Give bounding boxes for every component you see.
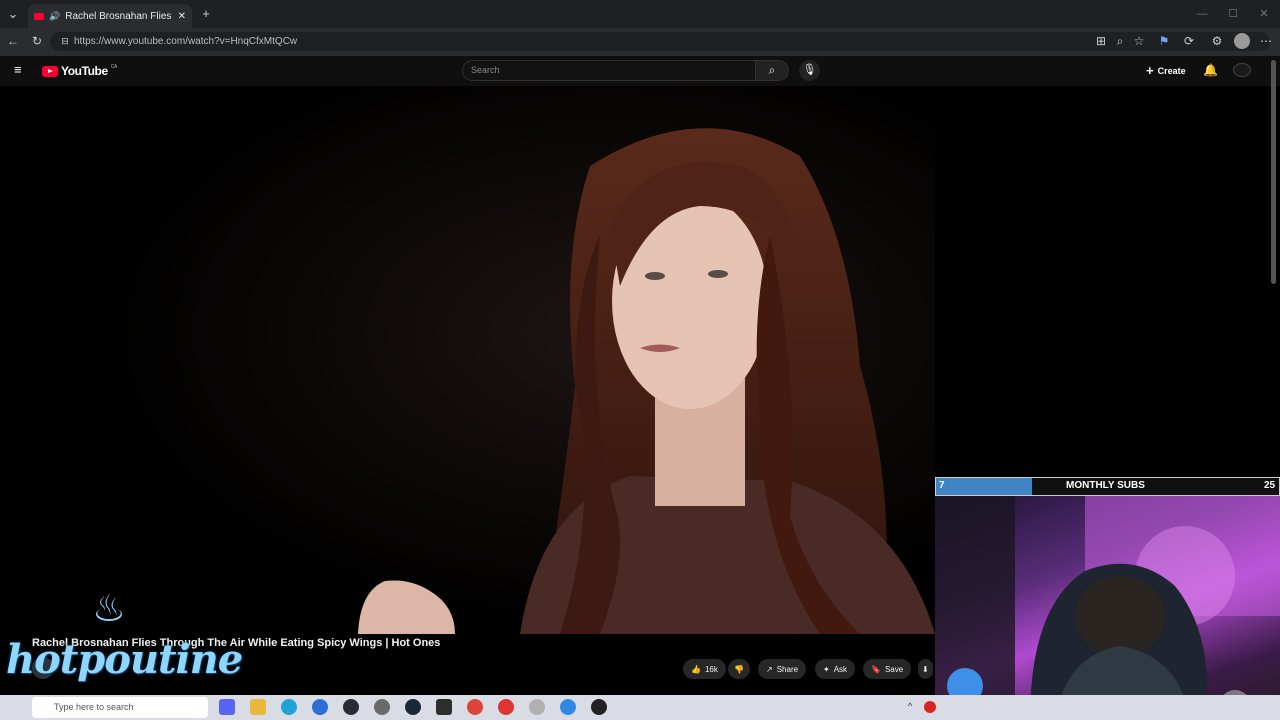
app-grey-icon[interactable] [529,699,545,715]
save-button[interactable]: 🔖 Save [863,659,912,679]
zoom-icon[interactable]: ⌕ [1111,33,1129,49]
youtube-play-icon [42,65,58,77]
like-button[interactable]: 👍 16k [683,659,726,679]
video-frame [0,86,935,634]
back-icon[interactable]: ← [4,33,22,49]
webcam-feed [935,496,1280,720]
youtube-favicon-icon [34,12,44,20]
youtube-logo[interactable]: YouTube CA [42,64,117,78]
notifications-bell-icon[interactable]: 🔔 [1203,63,1218,77]
tab-title: Rachel Brosnahan Flies Throu [65,10,172,22]
speaker-icon[interactable]: 🔊 [49,11,60,22]
page-scrollbar[interactable] [1271,60,1276,284]
share-button[interactable]: ↗ Share [758,659,807,679]
app-dark-icon[interactable] [343,699,359,715]
profile-avatar[interactable] [1234,33,1250,49]
search-icon: ⌕ [768,63,776,77]
download-icon: ⬇ [922,664,929,674]
minimize-button[interactable]: — [1194,6,1210,22]
download-button[interactable]: ⬇ [918,659,933,679]
tray-chevron-icon[interactable]: ^ [908,701,912,711]
favorite-star-icon[interactable]: ☆ [1130,33,1148,49]
voice-search-button[interactable]: 🎙 [799,60,820,81]
edge-icon[interactable] [281,699,297,715]
plus-icon: + [1146,63,1154,78]
tray-record-icon[interactable] [924,701,936,713]
url-text: https://www.youtube.com/watch?v=HnqCfxMt… [74,36,298,47]
webcam-frame [935,496,1280,720]
app-red-icon[interactable] [498,699,514,715]
subs-goal-progress [936,478,1032,495]
streamer-watermark: hotpoutine [6,636,243,683]
share-icon: ↗ [766,664,773,674]
youtube-logo-text: YouTube [61,64,108,78]
hamburger-menu-icon[interactable]: ≡ [14,63,22,77]
app-blue-icon[interactable] [312,699,328,715]
ask-label: Ask [833,664,848,674]
search-button[interactable]: ⌕ [755,60,789,81]
thumbs-down-icon: 👎 [734,664,744,674]
share-label: Share [776,664,799,674]
obs-icon[interactable] [591,699,607,715]
steam-icon[interactable] [405,699,421,715]
app-icon[interactable]: ⊞ [1092,33,1110,49]
settings-icon[interactable] [374,699,390,715]
app-blue2-icon[interactable] [560,699,576,715]
site-info-icon[interactable]: ⊟ [56,33,74,49]
bookmark-icon: 🔖 [871,664,881,674]
maximize-button[interactable]: ☐ [1225,6,1241,22]
save-label: Save [884,664,904,674]
taskbar-search-input[interactable]: Type here to search [32,697,208,718]
tab-list-icon[interactable]: ⌄ [4,5,22,23]
more-menu-icon[interactable]: ⋯ [1257,33,1275,49]
region-code: CA [110,64,118,70]
ask-button[interactable]: ✦ Ask [815,659,856,679]
collections-icon[interactable]: ⚙ [1208,33,1226,49]
close-window-button[interactable]: ✕ [1256,6,1272,22]
create-label: Create [1157,65,1186,76]
video-player[interactable] [0,86,935,634]
address-bar[interactable]: https://www.youtube.com/watch?v=HnqCfxMt… [50,32,1270,51]
reload-icon[interactable]: ↻ [28,33,46,49]
refresh-extension-icon[interactable]: ⟳ [1180,33,1198,49]
file-explorer-icon[interactable] [250,699,266,715]
search-input[interactable]: Search [462,60,756,81]
like-count: 16k [704,664,718,674]
app-green-icon[interactable] [436,699,452,715]
microphone-icon: 🎙 [802,64,817,76]
discord-icon[interactable] [219,699,235,715]
dislike-button[interactable]: 👎 [728,659,750,679]
flame-logo-icon: ♨ [92,588,127,630]
channel-avatar[interactable] [1233,63,1251,77]
extension-icon[interactable]: ⚑ [1155,33,1173,49]
new-tab-button[interactable]: + [197,5,215,23]
browser-tab[interactable]: 🔊 Rachel Brosnahan Flies Throu ✕ [28,4,192,28]
subs-current: 7 [939,480,945,491]
subs-goal-label: MONTHLY SUBS [1066,480,1145,491]
chrome-icon[interactable] [467,699,483,715]
sparkle-icon: ✦ [823,664,830,674]
thumbs-up-icon: 👍 [691,664,701,674]
close-tab-icon[interactable]: ✕ [178,11,186,22]
subs-target: 25 [1264,480,1276,491]
create-button[interactable]: + Create [1146,62,1186,79]
browser-tab-strip [0,0,1280,28]
taskbar-search-placeholder: Type here to search [54,702,134,712]
